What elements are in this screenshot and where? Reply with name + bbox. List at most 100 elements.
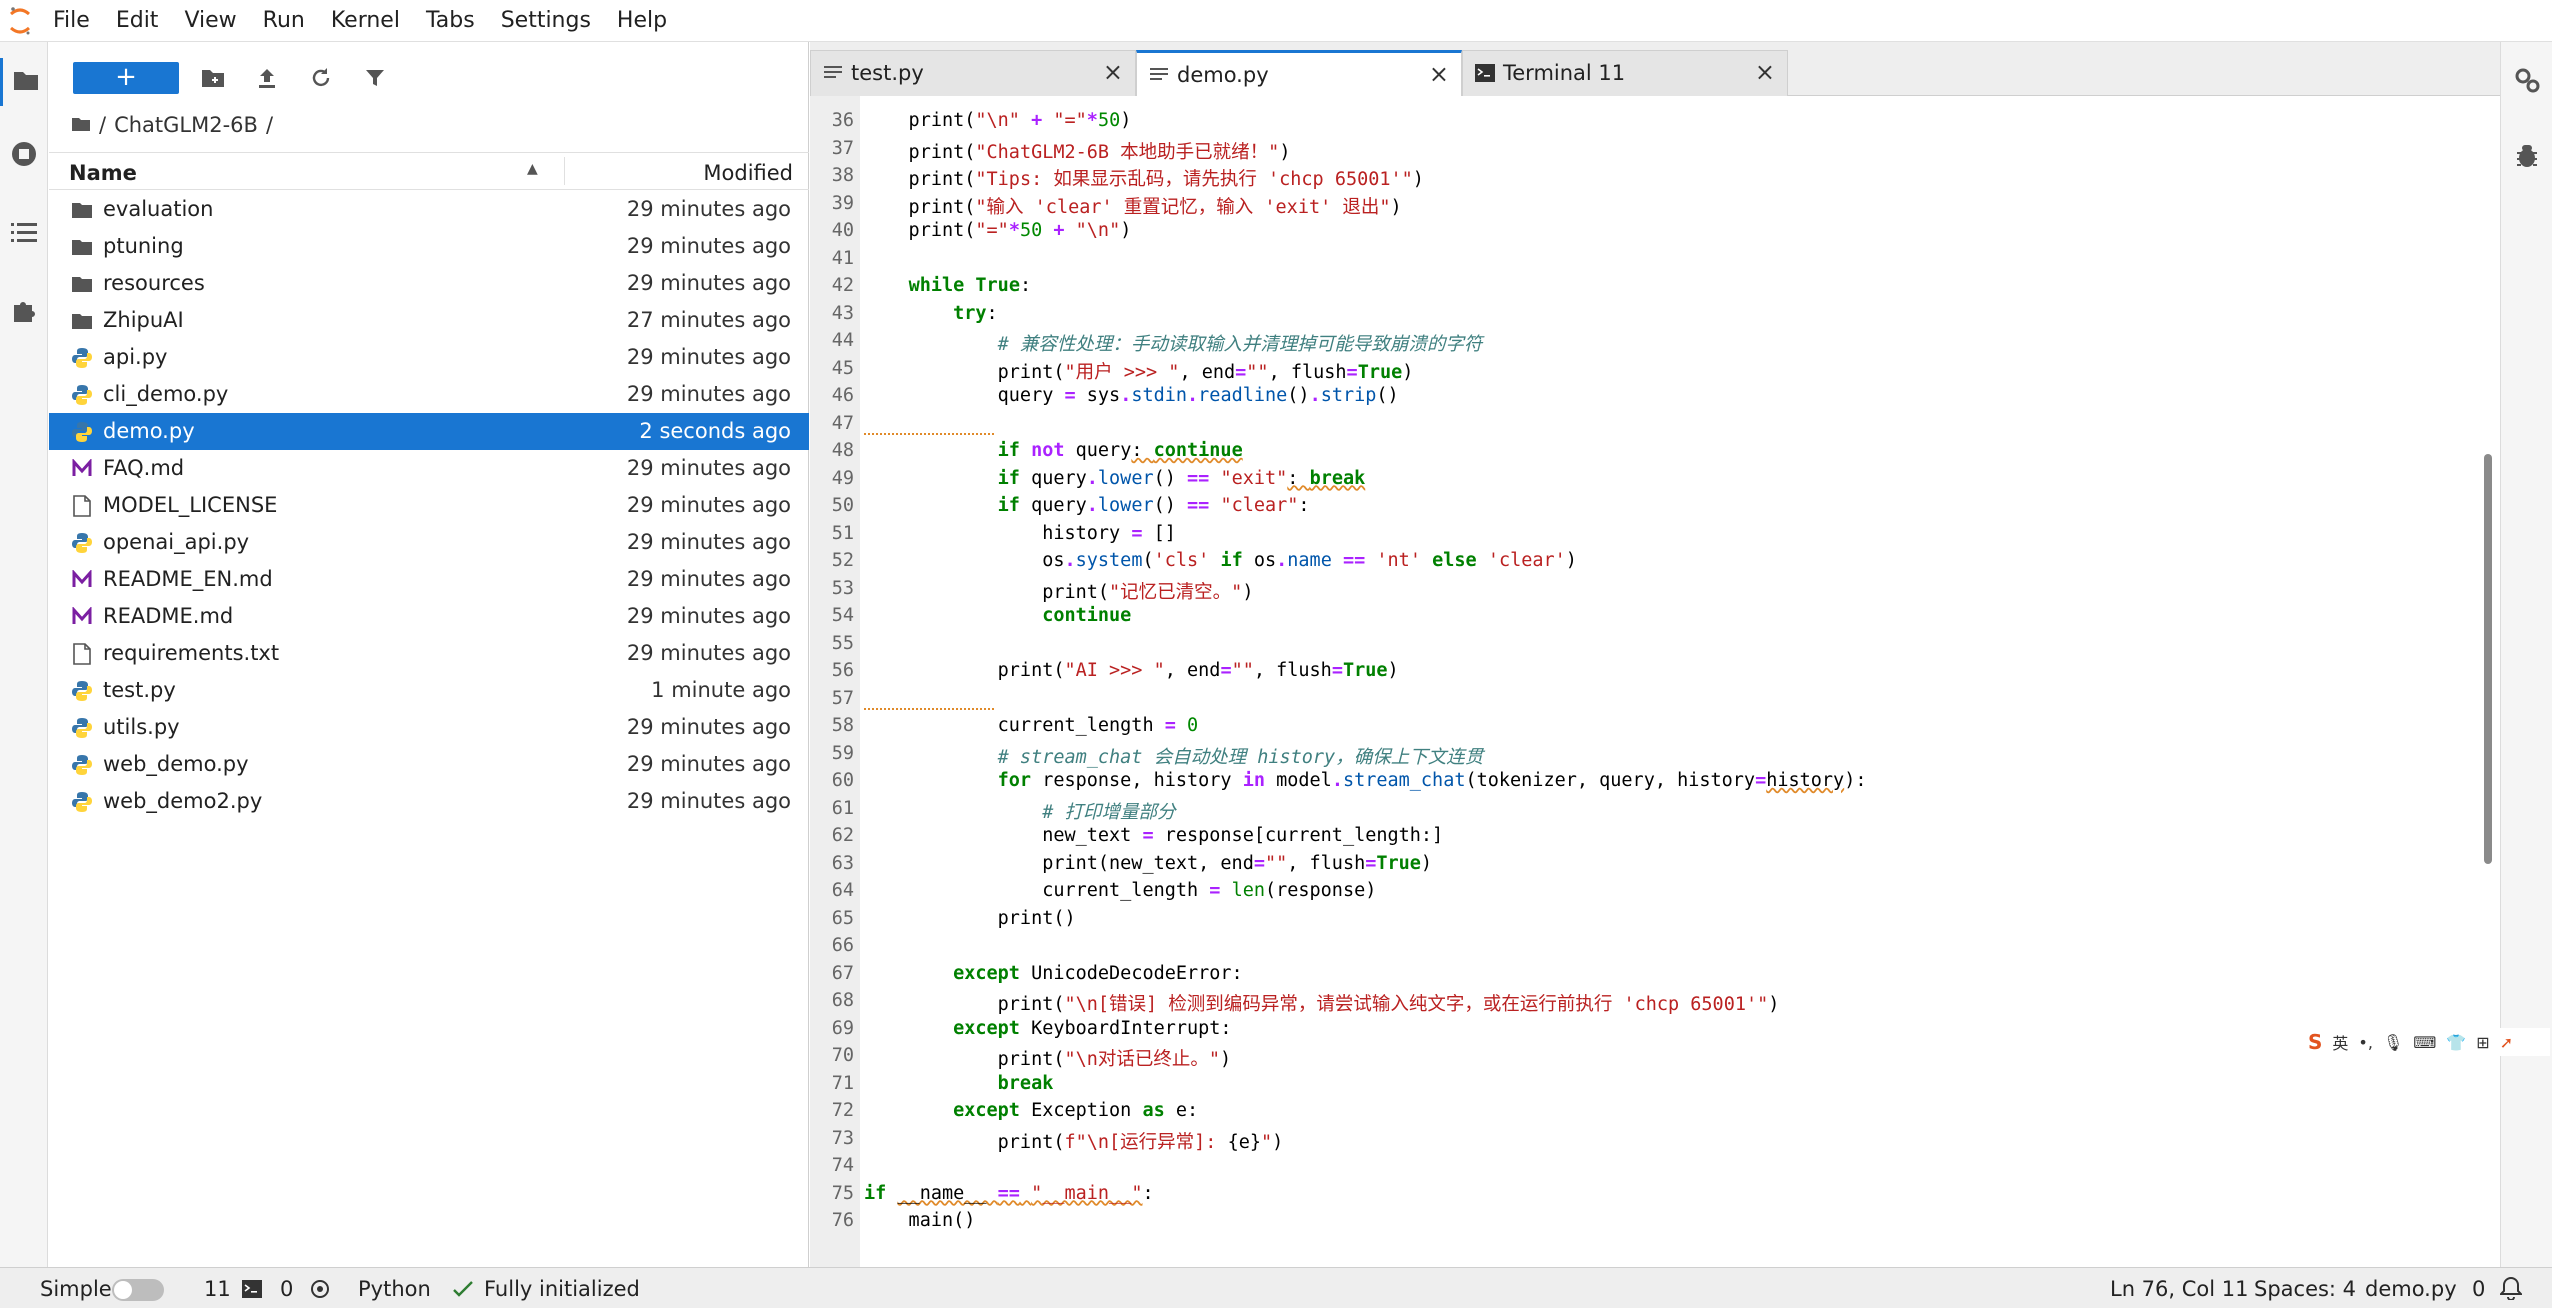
code-line[interactable]: 62 new_text = response[current_length:] [810,823,2470,850]
close-icon[interactable]: × [1103,58,1123,86]
menu-edit[interactable]: Edit [103,0,172,42]
tab-terminal-11[interactable]: Terminal 11 × [1462,50,1788,96]
code-line[interactable]: 67 except UnicodeDecodeError: [810,961,2470,988]
code-line[interactable]: 73 print(f"\n[运行异常]: {e}") [810,1126,2470,1153]
ime-language[interactable]: 英 [2332,1030,2348,1054]
language-indicator[interactable]: Python [358,1277,431,1301]
terminal-count[interactable]: 11 [204,1277,231,1301]
filter-icon[interactable] [361,64,389,92]
refresh-icon[interactable] [307,64,335,92]
code-line[interactable]: 59 # stream_chat 会自动处理 history，确保上下文连贯 [810,741,2470,768]
close-icon[interactable]: × [1429,60,1449,88]
code-line[interactable]: 41 [810,246,2470,273]
menu-settings[interactable]: Settings [488,0,604,42]
file-row[interactable]: README_EN.md 29 minutes ago [49,561,809,598]
code-line[interactable]: 72 except Exception as e: [810,1098,2470,1125]
code-line[interactable]: 51 history = [] [810,521,2470,548]
file-row[interactable]: cli_demo.py 29 minutes ago [49,376,809,413]
sogou-icon[interactable]: S [2308,1030,2322,1054]
code-line[interactable]: 42 while True: [810,273,2470,300]
kernel-count[interactable]: 0 [280,1277,293,1301]
code-line[interactable]: 53 print("记忆已清空。") [810,576,2470,603]
column-divider[interactable] [564,157,565,185]
tab-demo-py[interactable]: demo.py × [1136,50,1462,97]
notification-count[interactable]: 0 [2472,1277,2485,1301]
code-line[interactable]: 65 print() [810,906,2470,933]
code-line[interactable]: 55 [810,631,2470,658]
lsp-status[interactable]: Fully initialized [484,1277,640,1301]
code-line[interactable]: 40 print("="*50 + "\n") [810,218,2470,245]
code-line[interactable]: 60 for response, history in model.stream… [810,768,2470,795]
tab-test-py[interactable]: test.py × [810,50,1136,96]
breadcrumb-folder[interactable]: ChatGLM2-6B [114,113,258,137]
code-line[interactable]: 49 if query.lower() == "exit": break [810,466,2470,493]
file-row[interactable]: MODEL_LICENSE 29 minutes ago [49,487,809,524]
name-column-header[interactable]: Name [69,161,137,185]
code-line[interactable]: 58 current_length = 0 [810,713,2470,740]
code-line[interactable]: 69 except KeyboardInterrupt: [810,1016,2470,1043]
cursor-position[interactable]: Ln 76, Col 11 [2110,1277,2249,1301]
keyboard-icon[interactable]: ⌨ [2413,1033,2436,1052]
code-line[interactable]: 54 continue [810,603,2470,630]
code-line[interactable]: 61 # 打印增量部分 [810,796,2470,823]
file-row[interactable]: demo.py 2 seconds ago [49,413,809,450]
menu-tabs[interactable]: Tabs [413,0,488,42]
code-line[interactable]: 52 os.system('cls' if os.name == 'nt' el… [810,548,2470,575]
code-line[interactable]: 47 [810,411,2470,438]
code-line[interactable]: 71 break [810,1071,2470,1098]
code-line[interactable]: 44 # 兼容性处理：手动读取输入并清理掉可能导致崩溃的字符 [810,328,2470,355]
simple-mode-toggle[interactable] [112,1279,164,1301]
modified-column-header[interactable]: Modified [703,161,793,185]
code-line[interactable]: 74 [810,1153,2470,1180]
extensions-tab[interactable] [0,288,48,336]
code-line[interactable]: 45 print("用户 >>> ", end="", flush=True) [810,356,2470,383]
file-row[interactable]: resources 29 minutes ago [49,265,809,302]
code-line[interactable]: 64 current_length = len(response) [810,878,2470,905]
new-launcher-button[interactable]: + [73,62,179,94]
running-sessions-tab[interactable] [0,132,48,180]
indentation-setting[interactable]: Spaces: 4 [2254,1277,2356,1301]
shirt-icon[interactable]: 👕 [2446,1033,2466,1052]
grid-icon[interactable]: ⊞ [2476,1033,2489,1052]
code-line[interactable]: 70 print("\n对话已终止。") [810,1043,2470,1070]
code-line[interactable]: 68 print("\n[错误] 检测到编码异常，请尝试输入纯文字，或在运行前执… [810,988,2470,1015]
file-row[interactable]: FAQ.md 29 minutes ago [49,450,809,487]
upload-icon[interactable] [253,64,281,92]
editor-scrollbar[interactable] [2482,104,2494,1254]
code-line[interactable]: 38 print("Tips: 如果显示乱码，请先执行 'chcp 65001'… [810,163,2470,190]
bell-icon[interactable] [2498,1276,2524,1305]
file-row[interactable]: test.py 1 minute ago [49,672,809,709]
code-line[interactable]: 76 main() [810,1208,2470,1235]
menu-kernel[interactable]: Kernel [318,0,413,42]
code-line[interactable]: 66 [810,933,2470,960]
dot-icon[interactable]: •, [2358,1033,2373,1052]
code-line[interactable]: 56 print("AI >>> ", end="", flush=True) [810,658,2470,685]
menu-file[interactable]: File [40,0,103,42]
menu-help[interactable]: Help [604,0,680,42]
code-line[interactable]: 48 if not query: continue [810,438,2470,465]
file-row[interactable]: utils.py 29 minutes ago [49,709,809,746]
property-inspector-tab[interactable] [2501,58,2552,106]
menu-run[interactable]: Run [250,0,318,42]
arrow-icon[interactable]: ➚ [2500,1033,2513,1052]
file-row[interactable]: openai_api.py 29 minutes ago [49,524,809,561]
scrollbar-thumb[interactable] [2484,454,2492,864]
code-line[interactable]: 50 if query.lower() == "clear": [810,493,2470,520]
code-line[interactable]: 39 print("输入 'clear' 重置记忆，输入 'exit' 退出") [810,191,2470,218]
code-line[interactable]: 46 query = sys.stdin.readline().strip() [810,383,2470,410]
code-line[interactable]: 43 try: [810,301,2470,328]
code-editor[interactable]: 36 print("\n" + "="*50) 37 print("ChatGLM… [810,96,2500,1267]
code-line[interactable]: 36 print("\n" + "="*50) [810,108,2470,135]
folder-icon[interactable] [71,113,91,137]
file-row[interactable]: web_demo2.py 29 minutes ago [49,783,809,820]
new-folder-icon[interactable] [199,64,227,92]
close-icon[interactable]: × [1755,58,1775,86]
file-row[interactable]: requirements.txt 29 minutes ago [49,635,809,672]
file-row[interactable]: api.py 29 minutes ago [49,339,809,376]
file-row[interactable]: ZhipuAI 27 minutes ago [49,302,809,339]
debugger-tab[interactable] [2501,134,2552,182]
code-line[interactable]: 57 [810,686,2470,713]
code-line[interactable]: 37 print("ChatGLM2-6B 本地助手已就绪！") [810,136,2470,163]
file-row[interactable]: README.md 29 minutes ago [49,598,809,635]
menu-view[interactable]: View [171,0,249,42]
